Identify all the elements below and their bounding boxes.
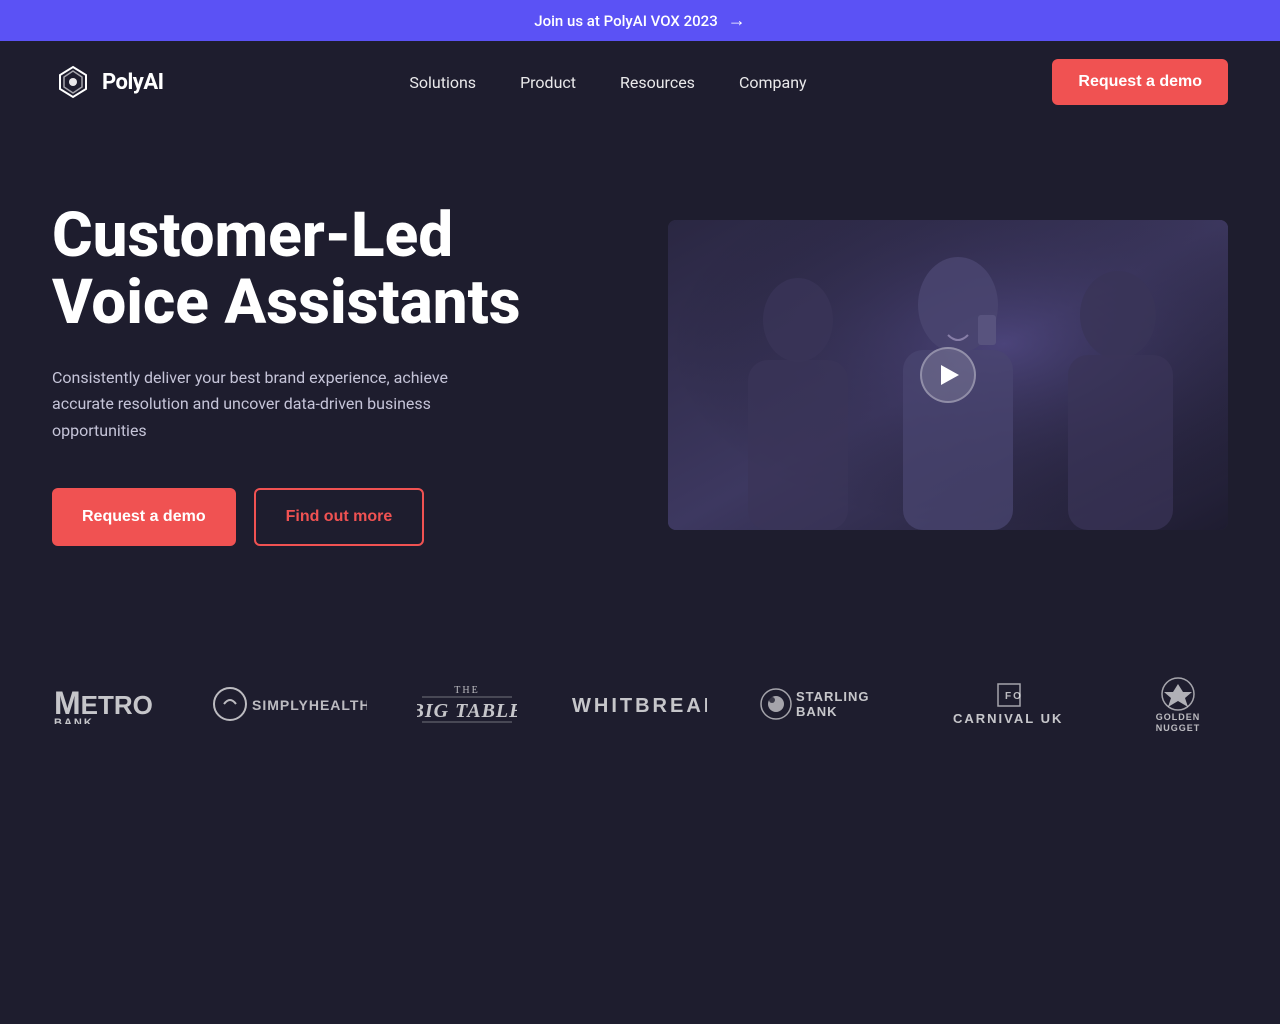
svg-text:GOLDEN: GOLDEN	[1156, 712, 1201, 722]
starling-bank-logo: Starling Bank	[758, 684, 898, 724]
nav-product[interactable]: Product	[520, 73, 576, 92]
logo-text: PolyAI	[102, 70, 164, 95]
svg-text:NUGGET: NUGGET	[1156, 723, 1201, 731]
golden-nugget-logo: GOLDEN NUGGET	[1128, 676, 1228, 731]
hero-title: Customer-Led Voice Assistants	[52, 203, 552, 337]
svg-text:WHITBREAD: WHITBREAD	[572, 695, 707, 717]
big-table-logo: The Big Table	[417, 679, 517, 729]
brands-row: METRO BANK Simplyhealth The Big Table	[52, 676, 1228, 731]
svg-text:CARNIVAL UK: CARNIVAL UK	[953, 711, 1063, 726]
hero-section: Customer-Led Voice Assistants Consistent…	[0, 123, 1280, 626]
main-nav: Solutions Product Resources Company	[409, 73, 806, 92]
brand-carnival-uk: fo CARNIVAL UK	[948, 679, 1078, 729]
simplyhealth-logo: Simplyhealth	[212, 684, 367, 724]
hero-content: Customer-Led Voice Assistants Consistent…	[52, 203, 552, 546]
svg-text:Starling: Starling	[796, 689, 869, 704]
polyai-logo-icon	[52, 61, 94, 103]
hero-subtitle: Consistently deliver your best brand exp…	[52, 365, 492, 444]
header: PolyAI Solutions Product Resources Compa…	[0, 41, 1280, 123]
logo[interactable]: PolyAI	[52, 61, 164, 103]
svg-text:METRO: METRO	[54, 685, 153, 721]
header-request-demo-button[interactable]: Request a demo	[1052, 59, 1228, 105]
hero-buttons: Request a demo Find out more	[52, 488, 552, 546]
banner-arrow-icon: →	[728, 10, 746, 31]
brand-golden-nugget: GOLDEN NUGGET	[1128, 676, 1228, 731]
svg-text:Bank: Bank	[796, 704, 838, 719]
hero-request-demo-button[interactable]: Request a demo	[52, 488, 236, 546]
play-icon	[941, 365, 959, 385]
svg-text:fo: fo	[1005, 691, 1023, 702]
brand-starling-bank: Starling Bank	[758, 684, 898, 724]
banner-text: Join us at PolyAI VOX 2023	[534, 12, 718, 30]
hero-video-area	[668, 220, 1228, 530]
svg-text:The: The	[455, 685, 480, 696]
carnival-uk-logo: fo CARNIVAL UK	[948, 679, 1078, 729]
video-play-button[interactable]	[920, 347, 976, 403]
brand-simplyhealth: Simplyhealth	[212, 684, 367, 724]
nav-solutions[interactable]: Solutions	[409, 73, 476, 92]
svg-text:Big Table: Big Table	[417, 700, 517, 722]
brands-section: METRO BANK Simplyhealth The Big Table	[0, 626, 1280, 791]
brand-metro-bank: METRO BANK	[52, 684, 162, 724]
nav-resources[interactable]: Resources	[620, 73, 695, 92]
brand-big-table: The Big Table	[417, 679, 517, 729]
svg-text:BANK: BANK	[54, 717, 94, 724]
top-banner[interactable]: Join us at PolyAI VOX 2023 →	[0, 0, 1280, 41]
video-player[interactable]	[668, 220, 1228, 530]
svg-text:Simplyhealth: Simplyhealth	[252, 697, 367, 713]
nav-company[interactable]: Company	[739, 73, 807, 92]
metro-bank-logo: METRO BANK	[52, 684, 162, 724]
brand-whitbread: WHITBREAD	[567, 684, 707, 724]
whitbread-logo: WHITBREAD	[567, 684, 707, 724]
hero-find-out-more-button[interactable]: Find out more	[254, 488, 425, 546]
